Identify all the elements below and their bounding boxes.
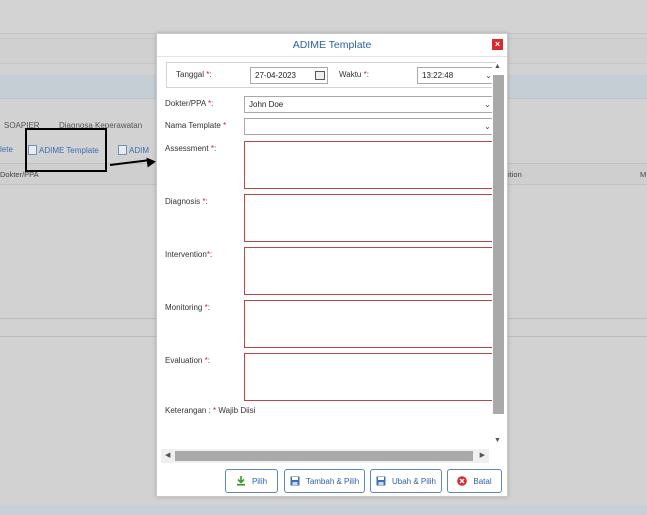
- background-top-band: [0, 0, 647, 34]
- pilih-label: Pilih: [251, 476, 268, 486]
- save-icon: [376, 476, 386, 486]
- diagnosis-label: Diagnosis *:: [165, 197, 208, 206]
- scroll-left-icon[interactable]: ◀: [165, 451, 170, 459]
- tambah-pilih-button[interactable]: Tambah & Pilih: [284, 469, 365, 493]
- nama-template-label: Nama Template *: [165, 121, 227, 130]
- batal-button[interactable]: Batal: [447, 469, 502, 493]
- horizontal-scrollbar[interactable]: ◀ ▶: [161, 449, 489, 463]
- pilih-button[interactable]: Pilih: [225, 469, 278, 493]
- delete-label: lete: [0, 145, 13, 154]
- vertical-scroll-thumb[interactable]: [493, 75, 504, 414]
- tambah-pilih-label: Tambah & Pilih: [305, 476, 360, 486]
- ubah-pilih-button[interactable]: Ubah & Pilih: [370, 469, 442, 493]
- calendar-icon[interactable]: [315, 71, 325, 80]
- scroll-right-icon[interactable]: ▶: [480, 451, 485, 459]
- waktu-time-field[interactable]: 13:22:48 ⌄: [417, 67, 497, 84]
- column-position: ition: [508, 170, 522, 179]
- required-note: Keterangan : * Wajib Diisi: [165, 406, 256, 415]
- dokter-ppa-value: John Doe: [249, 100, 284, 109]
- evaluation-label: Evaluation *:: [165, 356, 210, 365]
- annotation-highlight-box: [25, 128, 107, 172]
- scroll-up-icon[interactable]: ▲: [494, 63, 501, 70]
- adime-label: ADIM: [129, 145, 149, 155]
- tanggal-value: 27-04-2023: [255, 71, 296, 80]
- horizontal-scroll-thumb[interactable]: [175, 451, 473, 461]
- waktu-value: 13:22:48: [422, 71, 454, 80]
- date-time-group: Tanggal *: 27-04-2023 Waktu *: 13:22:48 …: [166, 62, 497, 88]
- column-m: M: [640, 170, 647, 179]
- evaluation-textarea[interactable]: [244, 353, 494, 401]
- ubah-pilih-label: Ubah & Pilih: [391, 476, 437, 486]
- save-icon: [290, 476, 300, 486]
- tanggal-label: Tanggal *:: [176, 70, 212, 79]
- waktu-label: Waktu *:: [339, 70, 369, 79]
- diagnosis-textarea[interactable]: [244, 194, 494, 242]
- close-icon[interactable]: ×: [492, 39, 503, 50]
- scroll-down-icon[interactable]: ▼: [494, 437, 501, 444]
- adime-template-dialog: ADIME Template × Tanggal *: 27-04-2023 W…: [156, 33, 508, 497]
- assessment-textarea[interactable]: [244, 141, 494, 189]
- monitoring-textarea[interactable]: [244, 300, 494, 348]
- background-bottom-bar: [0, 505, 647, 515]
- vertical-scrollbar[interactable]: ▲ ▼: [492, 63, 505, 449]
- intervention-label: Intervention*:: [165, 250, 213, 259]
- download-icon: [236, 476, 245, 486]
- batal-label: Batal: [473, 476, 492, 486]
- dialog-title: ADIME Template: [157, 34, 507, 57]
- tanggal-date-field[interactable]: 27-04-2023: [250, 67, 328, 84]
- form-area: Tanggal *: 27-04-2023 Waktu *: 13:22:48 …: [161, 60, 506, 448]
- intervention-textarea[interactable]: [244, 247, 494, 295]
- monitoring-label: Monitoring *:: [165, 303, 210, 312]
- dokter-ppa-select[interactable]: John Doe ⌄: [244, 96, 496, 113]
- adime-button[interactable]: ADIM: [118, 145, 149, 155]
- cancel-icon: [457, 476, 468, 486]
- assessment-label: Assessment *:: [165, 144, 217, 153]
- dokter-ppa-label: Dokter/PPA *:: [165, 99, 214, 108]
- table-icon: [118, 145, 127, 155]
- delete-button[interactable]: lete: [0, 145, 13, 154]
- nama-template-select[interactable]: ⌄: [244, 118, 496, 135]
